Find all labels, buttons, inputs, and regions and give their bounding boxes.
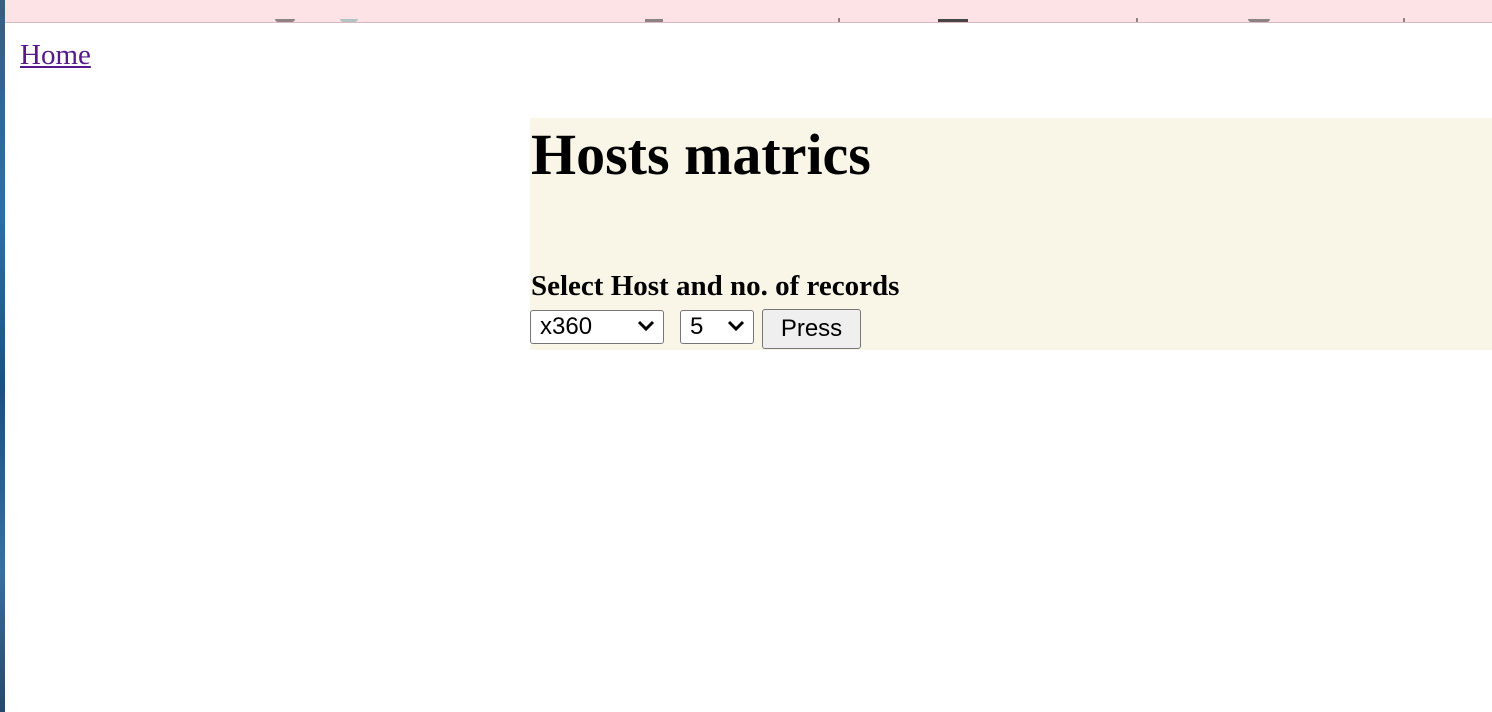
- browser-toolbar-strip: [5, 0, 1492, 23]
- home-link[interactable]: Home: [20, 39, 91, 72]
- host-select-value: x360: [540, 313, 593, 340]
- page-content: Home Hosts matrics Select Host and no. o…: [5, 23, 1492, 712]
- press-button[interactable]: Press: [762, 309, 861, 349]
- select-label: Select Host and no. of records: [531, 270, 900, 302]
- records-select-value: 5: [690, 313, 704, 340]
- hosts-panel: Hosts matrics Select Host and no. of rec…: [530, 118, 1492, 350]
- chevron-down-icon: [727, 320, 745, 332]
- records-select[interactable]: 5: [680, 310, 754, 344]
- host-select[interactable]: x360: [530, 310, 664, 344]
- page-title: Hosts matrics: [531, 122, 871, 187]
- chevron-down-icon: [637, 320, 655, 332]
